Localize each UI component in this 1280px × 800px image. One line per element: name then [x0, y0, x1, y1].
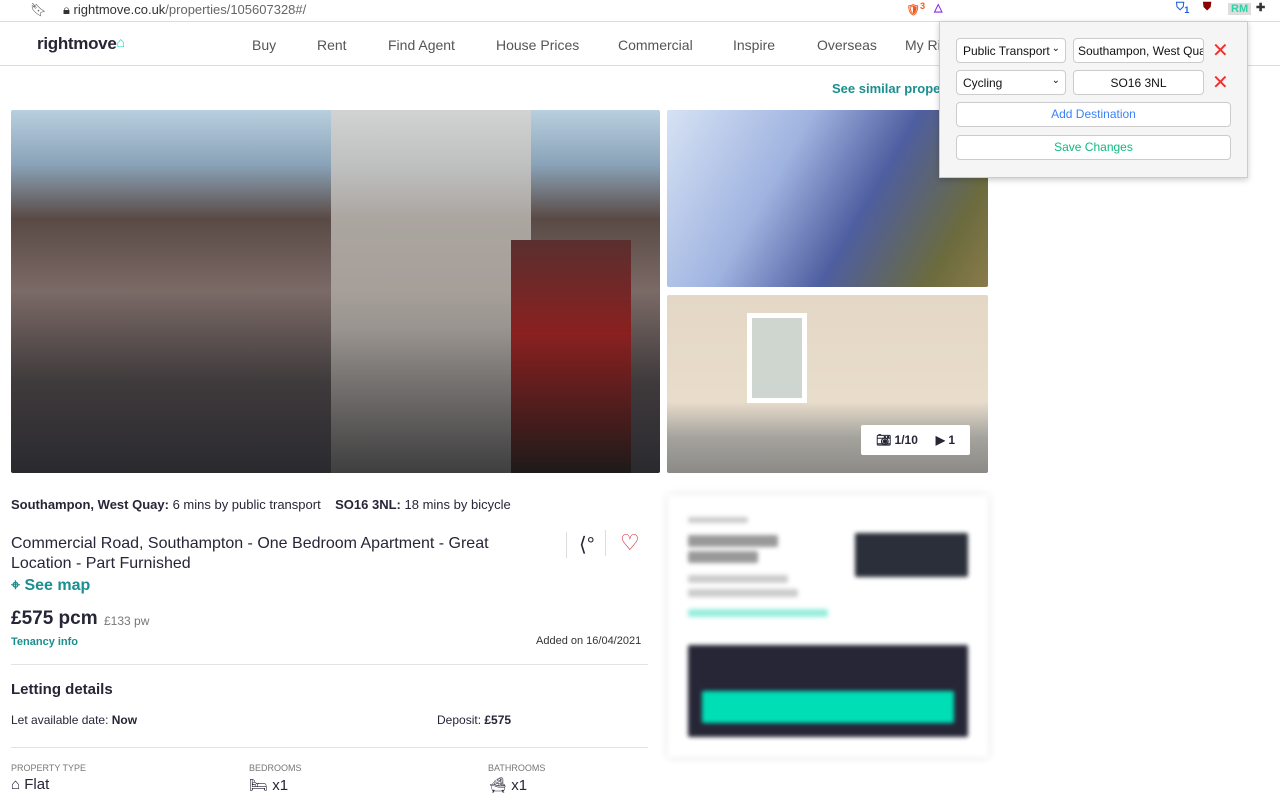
nav-house-prices[interactable]: House Prices — [496, 37, 579, 53]
blurred-text — [688, 517, 748, 523]
blurred-text — [688, 589, 798, 597]
add-destination-button[interactable]: Add Destination — [956, 102, 1231, 127]
rightmove-logo[interactable]: rightmove⌂ — [37, 34, 125, 54]
tenancy-info-link[interactable]: Tenancy info — [11, 636, 78, 648]
photo-count: 📷︎ 1/10 — [876, 433, 918, 447]
bedrooms-label: BEDROOMS — [249, 763, 302, 773]
brave-badge: 3 — [919, 1, 926, 11]
pin-icon: ⌖ — [11, 577, 21, 594]
logo-text: rightmove — [37, 34, 117, 53]
video-count-text: 1 — [948, 433, 956, 447]
blurred-text — [688, 551, 758, 563]
deposit-value: £575 — [484, 713, 512, 727]
destination-input[interactable]: Southampon, West Qua — [1073, 38, 1204, 63]
bitwarden-badge: 1 — [1184, 5, 1190, 16]
deposit-label: Deposit: — [437, 713, 482, 727]
mode-select[interactable]: Cycling ⌄ — [956, 70, 1066, 95]
brave-shield-icon[interactable]: 🛡3 — [906, 1, 925, 17]
nav-rent[interactable]: Rent — [317, 37, 347, 53]
travel-place: Southampon, West Quay: — [11, 497, 169, 512]
nav-find-agent[interactable]: Find Agent — [388, 37, 455, 53]
window — [747, 313, 807, 403]
remove-destination-icon[interactable]: ✕ — [1212, 73, 1229, 93]
bitwarden-icon[interactable]: ⛉1 — [1176, 1, 1189, 15]
blurred-text — [688, 575, 788, 583]
remove-destination-icon[interactable]: ✕ — [1212, 41, 1229, 61]
ublock-icon[interactable]: ⛊ — [1203, 1, 1211, 14]
property-type-value: ⌂ Flat — [11, 776, 49, 793]
destination-input[interactable]: SO16 3NL — [1073, 70, 1204, 95]
travel-times: Southampon, West Quay: 6 mins by public … — [11, 497, 511, 512]
available-label: Let available date: — [11, 713, 109, 727]
bath-icon: 🛁︎ — [488, 777, 508, 794]
bedrooms-value: 🛏︎ x1 — [249, 776, 288, 794]
see-map-text: See map — [24, 577, 91, 594]
bed-icon: 🛏︎ — [249, 777, 269, 794]
blurred-link — [688, 609, 828, 617]
mode-value: Cycling — [963, 76, 1003, 90]
bathrooms-text: x1 — [511, 777, 528, 794]
available-date: Let available date: Now — [11, 713, 137, 727]
nav-inspire[interactable]: Inspire — [733, 37, 775, 53]
listing-title: Commercial Road, Southampton - One Bedro… — [11, 535, 489, 572]
heart-icon[interactable]: ♡ — [605, 530, 640, 556]
blurred-text — [688, 535, 778, 547]
share-icon[interactable]: ⟨° — [566, 532, 595, 558]
nav-overseas[interactable]: Overseas — [817, 37, 877, 53]
see-similar-link[interactable]: See similar proper — [832, 81, 945, 96]
camera-icon: 📷︎ — [875, 433, 892, 447]
address-bar[interactable]: 🔒︎ rightmove.co.uk/properties/105607328#… — [63, 2, 306, 18]
bathrooms-label: BATHROOMS — [488, 763, 546, 773]
divider — [11, 664, 648, 665]
travel-time: 6 mins by public transport — [172, 497, 321, 512]
bedrooms-text: x1 — [272, 777, 289, 794]
puzzle-icon[interactable]: ✚ — [1256, 1, 1265, 14]
mode-value: Public Transport — [963, 44, 1050, 58]
agent-card-blurred — [668, 495, 988, 757]
travel-extension-popup: Public Transport ⌄ Southampon, West Qua ✕… — [939, 21, 1248, 178]
chevron-down-icon: ⌄ — [1051, 75, 1060, 86]
house-logo-icon: ⌂ — [116, 34, 125, 50]
chevron-down-icon: ⌄ — [1051, 43, 1060, 54]
letting-details-heading: Letting details — [11, 681, 113, 698]
price: £575 pcm — [11, 608, 98, 629]
triangle-extension-icon[interactable]: △ — [934, 1, 942, 14]
agent-logo — [855, 533, 968, 577]
divider — [11, 747, 648, 748]
nav-my-rightmove[interactable]: My Ri — [905, 37, 941, 53]
travel-time: 18 mins by bicycle — [404, 497, 511, 512]
house-icon: ⌂ — [11, 776, 21, 793]
see-map-link[interactable]: ⌖ See map — [11, 577, 90, 595]
price-per-week: £133 pw — [104, 614, 150, 628]
deposit: Deposit: £575 — [437, 713, 511, 727]
url-host: rightmove.co.uk — [73, 2, 166, 17]
request-details-button — [702, 691, 954, 723]
url-path: /properties/105607328#/ — [165, 2, 307, 17]
save-changes-button[interactable]: Save Changes — [956, 135, 1231, 160]
play-icon: ▶︎ — [935, 433, 945, 447]
bathrooms-value: 🛁︎ x1 — [488, 776, 527, 794]
property-type-text: Flat — [24, 776, 50, 793]
browser-toolbar: 🔖︎ 🔒︎ rightmove.co.uk/properties/1056073… — [0, 0, 1280, 22]
mode-select[interactable]: Public Transport ⌄ — [956, 38, 1066, 63]
rm-extension-icon[interactable]: RM — [1228, 3, 1252, 15]
main-photo[interactable] — [11, 110, 660, 473]
bookmark-icon[interactable]: 🔖︎ — [30, 2, 47, 18]
property-type-label: PROPERTY TYPE — [11, 763, 87, 773]
nav-commercial[interactable]: Commercial — [618, 37, 693, 53]
travel-place: SO16 3NL: — [335, 497, 401, 512]
media-counter[interactable]: 📷︎ 1/10 ▶︎ 1 — [861, 425, 970, 455]
added-date: Added on 16/04/2021 — [536, 635, 642, 647]
photo-count-text: 1/10 — [894, 433, 918, 447]
nav-buy[interactable]: Buy — [252, 37, 276, 53]
available-value: Now — [111, 713, 138, 727]
video-count: ▶︎ 1 — [936, 433, 955, 447]
